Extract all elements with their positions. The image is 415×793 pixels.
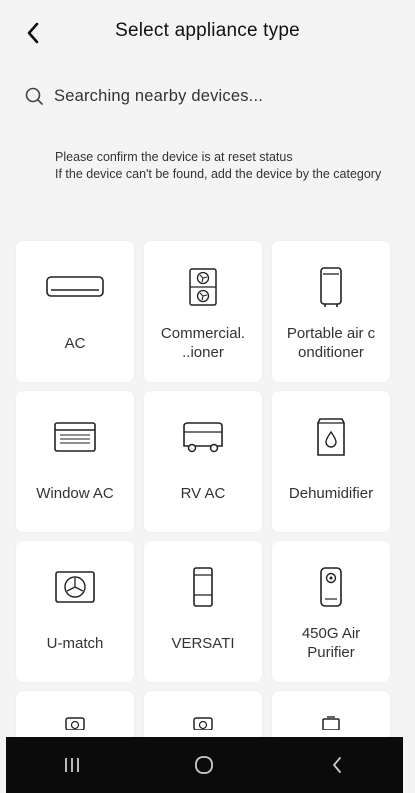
appliance-label: Portable air c onditioner bbox=[286, 325, 376, 361]
appliance-tile-air-purifier[interactable]: 450G Air Purifier bbox=[272, 541, 390, 682]
window-ac-icon bbox=[54, 422, 96, 452]
appliance-tile-partial[interactable] bbox=[16, 691, 134, 741]
appliance-tile-partial[interactable] bbox=[144, 691, 262, 741]
appliance-tile-versati[interactable]: VERSATI bbox=[144, 541, 262, 682]
search-status-text: Searching nearby devices... bbox=[54, 86, 264, 105]
appliance-label: Commercial. ..ioner bbox=[160, 325, 246, 361]
dehumidifier-icon bbox=[317, 418, 345, 456]
appliance-grid: AC Commercial. ..ioner Portable air c on… bbox=[16, 241, 394, 741]
app-header: Select appliance type bbox=[0, 0, 415, 64]
umatch-fan-icon bbox=[55, 571, 95, 603]
appliance-label: U-match bbox=[46, 634, 104, 652]
recents-icon bbox=[65, 758, 80, 772]
appliance-tile-dehumidifier[interactable]: Dehumidifier bbox=[272, 391, 390, 532]
home-button[interactable] bbox=[174, 745, 234, 785]
appliance-label: 450G Air Purifier bbox=[301, 625, 361, 661]
search-status: Searching nearby devices... bbox=[24, 86, 263, 106]
appliance-icon bbox=[193, 717, 213, 730]
appliance-label: VERSATI bbox=[171, 634, 235, 652]
appliance-icon bbox=[65, 717, 85, 730]
home-icon bbox=[195, 756, 214, 774]
air-purifier-icon bbox=[320, 567, 342, 607]
versati-icon bbox=[193, 567, 213, 607]
appliance-tile-rv-ac[interactable]: RV AC bbox=[144, 391, 262, 532]
appliance-tile-umatch[interactable]: U-match bbox=[16, 541, 134, 682]
search-icon bbox=[25, 87, 43, 105]
appliance-icon bbox=[322, 716, 340, 730]
recents-button[interactable] bbox=[42, 745, 102, 785]
split-ac-icon bbox=[46, 276, 104, 297]
appliance-tile-commercial[interactable]: Commercial. ..ioner bbox=[144, 241, 262, 382]
appliance-label: Dehumidifier bbox=[288, 484, 374, 502]
nav-back-icon bbox=[332, 757, 341, 773]
nav-back-button[interactable] bbox=[307, 745, 367, 785]
appliance-label: AC bbox=[64, 334, 86, 352]
appliance-label: Window AC bbox=[36, 484, 114, 502]
appliance-tile-window-ac[interactable]: Window AC bbox=[16, 391, 134, 532]
rv-ac-icon bbox=[183, 422, 223, 453]
appliance-tile-portable-ac[interactable]: Portable air c onditioner bbox=[272, 241, 390, 382]
portable-ac-icon bbox=[320, 267, 342, 307]
android-nav-bar bbox=[6, 737, 403, 793]
reset-notice: Please confirm the device is at reset st… bbox=[55, 150, 382, 181]
appliance-tile-ac[interactable]: AC bbox=[16, 241, 134, 382]
appliance-label: RV AC bbox=[180, 484, 226, 502]
page-title: Select appliance type bbox=[115, 20, 300, 41]
commercial-ac-icon bbox=[189, 268, 217, 306]
appliance-tile-partial[interactable] bbox=[272, 691, 390, 741]
